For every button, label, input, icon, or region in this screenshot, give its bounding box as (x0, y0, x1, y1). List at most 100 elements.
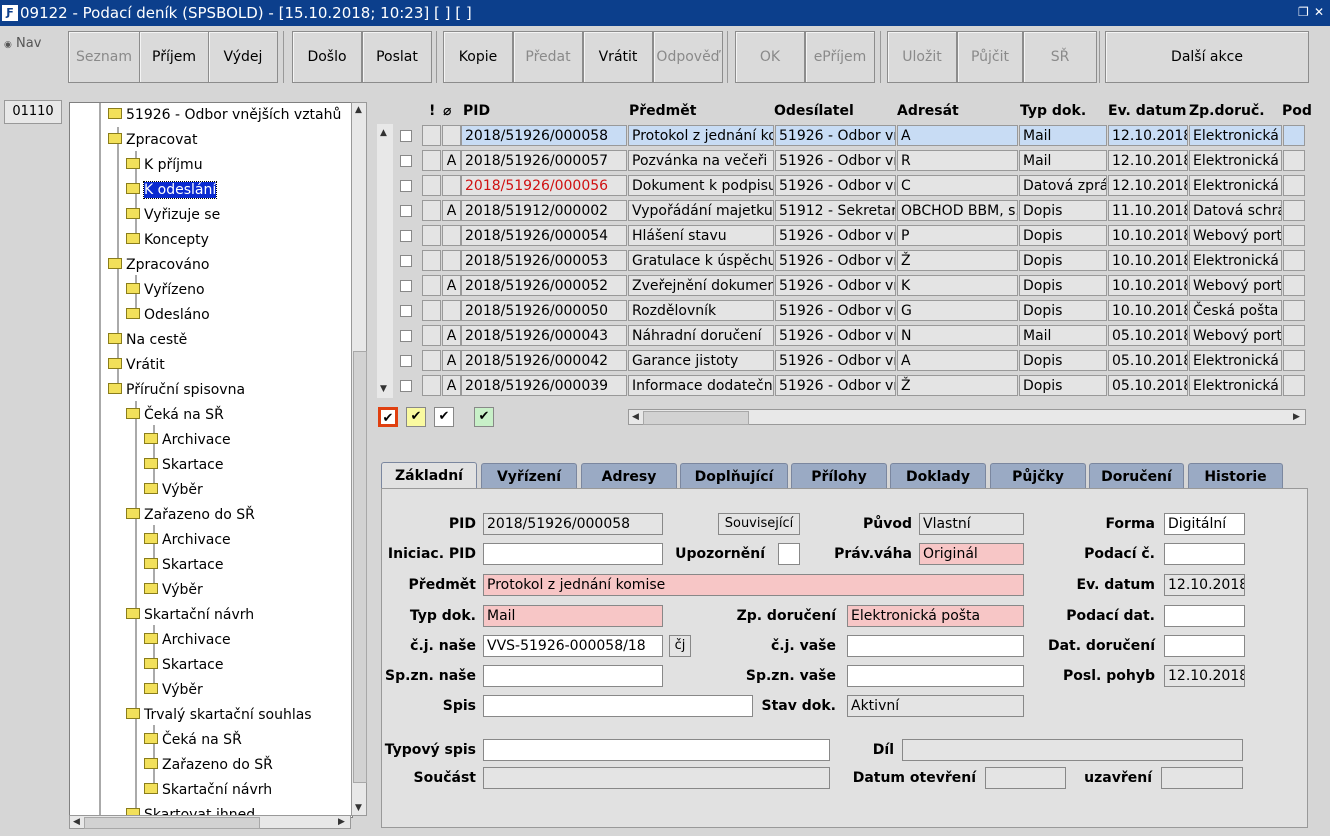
grid-cell-pid[interactable]: 2018/51926/000052 (461, 275, 627, 296)
legend-checkbox-white[interactable]: ✔ (434, 407, 454, 427)
scroll-thumb[interactable] (643, 411, 749, 425)
grid-cell-odesilatel[interactable]: 51926 - Odbor vnějších vztahů (775, 350, 896, 371)
scroll-up-icon[interactable]: ▲ (380, 128, 387, 138)
poslat-button[interactable]: Poslat (362, 31, 432, 83)
row-checkbox[interactable] (400, 330, 412, 342)
cj-vase-field[interactable] (847, 635, 1024, 657)
row-checkbox[interactable] (400, 130, 412, 142)
grid-cell-pod[interactable] (1283, 375, 1305, 396)
grid-cell-predmet[interactable]: Informace dodatečné (628, 375, 774, 396)
grid-cell-adresat[interactable]: K (897, 275, 1018, 296)
grid-cell-ev[interactable]: 12.10.2018 (1108, 125, 1188, 146)
grid-cell-typ[interactable]: Dopis (1019, 275, 1107, 296)
scroll-right-icon[interactable]: ▶ (338, 817, 345, 827)
row-checkbox[interactable] (400, 205, 412, 217)
row-checkbox[interactable] (400, 255, 412, 267)
tree-node[interactable]: Archivace (144, 630, 231, 650)
podaci-datum-field[interactable] (1164, 605, 1245, 627)
col-header-attachment-icon[interactable]: ⌀ (443, 100, 451, 122)
restore-window-icon[interactable]: ❐ (1298, 5, 1309, 19)
grid-cell-typ[interactable]: Mail (1019, 325, 1107, 346)
grid-cell-ev[interactable]: 05.10.2018 (1108, 350, 1188, 371)
iniciac-pid-field[interactable] (483, 543, 663, 565)
row-checkbox[interactable] (400, 380, 412, 392)
col-header-predmet[interactable]: Předmět (629, 100, 696, 122)
tab-2[interactable]: Adresy (581, 463, 677, 488)
tree-node[interactable]: 51926 - Odbor vnějších vztahů (108, 105, 341, 125)
grid-cell-zp[interactable]: Webový portál (1189, 325, 1282, 346)
tab-8[interactable]: Historie (1188, 463, 1283, 488)
grid-cell-predmet[interactable]: Pozvánka na večeři (628, 150, 774, 171)
grid-cell-pid[interactable]: 2018/51926/000054 (461, 225, 627, 246)
grid-cell-typ[interactable]: Mail (1019, 125, 1107, 146)
cj-button[interactable]: čj (669, 635, 691, 657)
grid-cell-zp[interactable]: Webový portál (1189, 225, 1282, 246)
grid-cell-adresat[interactable]: Ž (897, 250, 1018, 271)
grid-cell-predmet[interactable]: Protokol z jednání komise (628, 125, 774, 146)
grid-cell-pid[interactable]: 2018/51926/000056 (461, 175, 627, 196)
seznam-button[interactable]: Seznam (68, 31, 140, 83)
uzavreni-field[interactable] (1161, 767, 1243, 789)
grid-cell-adresat[interactable]: R (897, 150, 1018, 171)
row-checkbox[interactable] (400, 230, 412, 242)
eprijem-button[interactable]: ePříjem (805, 31, 875, 83)
vydej-button[interactable]: Výdej (208, 31, 278, 83)
grid-cell-odesilatel[interactable]: 51926 - Odbor vnějších vztahů (775, 325, 896, 346)
forma-field[interactable]: Digitální (1164, 513, 1245, 535)
grid-cell-pid[interactable]: 2018/51926/000057 (461, 150, 627, 171)
grid-cell-ev[interactable]: 11.10.2018 (1108, 200, 1188, 221)
grid-cell-zp[interactable]: Elektronická pošta (1189, 350, 1282, 371)
dat-doruceni-field[interactable] (1164, 635, 1245, 657)
tree-node[interactable]: Výběr (144, 580, 203, 600)
grid-cell-predmet[interactable]: Vypořádání majetku (628, 200, 774, 221)
sr-button[interactable]: SŘ (1023, 31, 1097, 83)
grid-cell-typ[interactable]: Dopis (1019, 225, 1107, 246)
tree-node[interactable]: Archivace (144, 530, 231, 550)
grid-cell-odesilatel[interactable]: 51926 - Odbor vnějších vztahů (775, 275, 896, 296)
grid-cell-pod[interactable] (1283, 225, 1305, 246)
pujcit-button[interactable]: Půjčit (957, 31, 1023, 83)
grid-cell-typ[interactable]: Dopis (1019, 200, 1107, 221)
tab-1[interactable]: Vyřízení (481, 463, 577, 488)
grid-cell-pod[interactable] (1283, 300, 1305, 321)
grid-cell-zp[interactable]: Elektronická pošta (1189, 375, 1282, 396)
grid-cell-pid[interactable]: 2018/51926/000039 (461, 375, 627, 396)
grid-cell-typ[interactable]: Dopis (1019, 350, 1107, 371)
tree-node[interactable]: K odeslání (126, 180, 218, 200)
tree-node[interactable]: Zpracováno (108, 255, 209, 275)
tree-node[interactable]: Zařazeno do SŘ (144, 755, 273, 775)
tab-0[interactable]: Základní úd. (381, 462, 477, 510)
predat-button[interactable]: Předat (513, 31, 583, 83)
grid-cell-ev[interactable]: 05.10.2018 (1108, 325, 1188, 346)
folder-tree[interactable]: 51926 - Odbor vnějších vztahů Zpracovat K … (69, 102, 353, 818)
tree-horizontal-scrollbar[interactable]: ◀ ▶ (69, 815, 351, 829)
grid-cell-adresat[interactable]: A (897, 125, 1018, 146)
tree-node[interactable]: Příruční spisovna (108, 380, 245, 400)
puvod-field[interactable]: Vlastní (919, 513, 1024, 535)
tree-node[interactable]: Vyřízeno (126, 280, 205, 300)
tree-node[interactable]: Čeká na SŘ (144, 730, 242, 750)
cj-nase-field[interactable]: VVS-51926-000058/18 (483, 635, 663, 657)
predmet-field[interactable]: Protokol z jednání komise (483, 574, 1024, 596)
legend-checkbox-red[interactable]: ✔ (378, 407, 398, 427)
grid-cell-zp[interactable]: Elektronická pošta (1189, 125, 1282, 146)
scroll-right-icon[interactable]: ▶ (1293, 412, 1300, 422)
dalsi-akce-button[interactable]: Další akce (1105, 31, 1309, 83)
typovy-spis-field[interactable] (483, 739, 830, 761)
tree-node[interactable]: Skartační návrh (126, 605, 254, 625)
grid-cell-pod[interactable] (1283, 275, 1305, 296)
grid-cell-ev[interactable]: 05.10.2018 (1108, 375, 1188, 396)
grid-cell-odesilatel[interactable]: 51926 - Odbor vnějších vztahů (775, 375, 896, 396)
scroll-thumb[interactable] (353, 351, 367, 783)
grid-cell-odesilatel[interactable]: 51912 - Sekretariát (775, 200, 896, 221)
scroll-down-icon[interactable]: ▼ (355, 803, 362, 813)
kopie-button[interactable]: Kopie (443, 31, 513, 83)
vratit-button[interactable]: Vrátit (583, 31, 653, 83)
grid-cell-adresat[interactable]: OBCHOD BBM, s.r.o. (897, 200, 1018, 221)
legend-checkbox-yellow[interactable]: ✔ (406, 407, 426, 427)
close-window-icon[interactable]: ✕ (1314, 5, 1324, 19)
grid-cell-predmet[interactable]: Zveřejnění dokumentu (628, 275, 774, 296)
grid-cell-typ[interactable]: Dopis (1019, 300, 1107, 321)
grid-cell-ev[interactable]: 10.10.2018 (1108, 225, 1188, 246)
pid-field[interactable]: 2018/51926/000058 (483, 513, 663, 535)
